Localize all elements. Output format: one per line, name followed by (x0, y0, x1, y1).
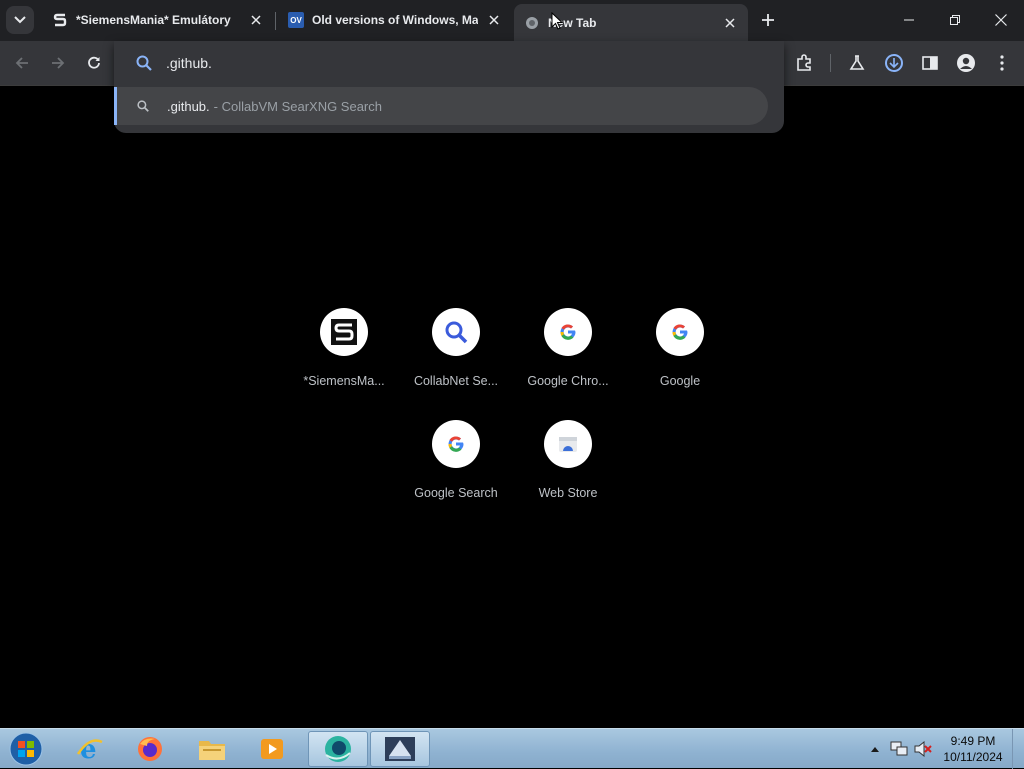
google-g-icon (448, 436, 464, 452)
shortcut-tile[interactable]: *SiemensMa... (288, 308, 400, 420)
close-tab-icon[interactable] (486, 12, 502, 28)
magnifier-icon (445, 321, 468, 344)
menu-button[interactable] (988, 49, 1016, 77)
show-desktop-button[interactable] (1012, 729, 1024, 769)
avatar-icon (957, 54, 975, 72)
shortcut-label: *SiemensMa... (303, 374, 385, 388)
shortcut-label: CollabNet Se... (413, 374, 499, 388)
kebab-menu-icon (1000, 55, 1004, 71)
shortcut-icon-bg (320, 308, 368, 356)
globe-icon (524, 15, 540, 31)
minimize-icon (904, 19, 914, 21)
restore-icon (950, 15, 960, 25)
tab-oldversion[interactable]: OV Old versions of Windows, Mac (280, 4, 510, 36)
siemensmania-s-icon (331, 319, 357, 345)
extensions-button[interactable] (790, 49, 818, 77)
shortcut-tile[interactable]: Google Search (400, 420, 512, 532)
file-explorer-icon (199, 741, 225, 760)
close-window-button[interactable] (978, 0, 1024, 40)
side-panel-icon (922, 56, 938, 70)
taskbar-app-active[interactable] (308, 731, 368, 767)
shortcut-icon-bg (656, 308, 704, 356)
media-player-icon (261, 739, 283, 759)
show-hidden-icons-icon[interactable] (870, 745, 880, 753)
tab-siemensmania[interactable]: *SiemensMania* Emulátory (44, 4, 272, 36)
close-tab-icon[interactable] (248, 12, 264, 28)
shortcut-label: Google Search (414, 486, 498, 500)
start-button[interactable] (6, 730, 46, 768)
shortcut-label: Google (659, 374, 701, 388)
volume-muted-icon[interactable] (914, 741, 932, 757)
shortcut-icon-bg (432, 308, 480, 356)
download-progress-icon (885, 54, 903, 72)
minimize-button[interactable] (886, 0, 932, 40)
shortcut-icon-bg (544, 420, 592, 468)
address-bar[interactable]: .github. (114, 41, 784, 85)
clock-date: 10/11/2024 (943, 750, 1003, 764)
clock-time: 9:49 PM (950, 734, 996, 748)
omnibox-suggestion[interactable]: .github. - CollabVM SearXNG Search (114, 87, 768, 125)
profile-button[interactable] (952, 49, 980, 77)
shortcut-label: Web Store (538, 486, 598, 500)
internet-explorer-icon: e (76, 735, 103, 764)
windows-start-orb-icon (9, 732, 43, 766)
restore-button[interactable] (932, 0, 978, 40)
download-button[interactable] (880, 49, 908, 77)
close-icon (995, 14, 1007, 26)
omnibox-dropdown: .github. .github. - CollabVM SearXNG Sea… (114, 41, 784, 133)
shortcut-tile[interactable]: CollabNet Se... (400, 308, 512, 420)
mouse-cursor-icon (551, 12, 563, 30)
tab-new-tab[interactable]: New Tab (514, 4, 748, 41)
plus-icon (762, 14, 774, 26)
tab-search-button[interactable] (6, 6, 34, 34)
back-button[interactable] (8, 49, 36, 77)
tab-title: New Tab (548, 15, 597, 30)
tab-title: *SiemensMania* Emulátory (76, 13, 231, 27)
toolbar-divider (830, 54, 831, 72)
shortcut-tile[interactable]: Google (624, 308, 736, 420)
google-g-icon (672, 324, 688, 340)
taskbar-app[interactable] (182, 731, 242, 767)
shortcut-icon-bg (544, 308, 592, 356)
forward-button[interactable] (44, 49, 72, 77)
tab-strip: *SiemensMania* Emulátory OV Old versions… (0, 0, 1024, 41)
shortcut-tile[interactable]: Google Chro... (512, 308, 624, 420)
tab-title: Old versions of Windows, Mac (312, 13, 478, 27)
shortcut-tile[interactable]: Web Store (512, 420, 624, 532)
suggestion-query: .github. (167, 98, 210, 114)
reload-icon (88, 56, 100, 69)
puzzle-icon (797, 54, 811, 71)
firefox-icon (138, 737, 162, 761)
taskbar-app[interactable]: e (60, 731, 120, 767)
taskbar-app[interactable] (120, 731, 180, 767)
taskbar-app-active[interactable] (370, 731, 430, 767)
suggestion-description: - CollabVM SearXNG Search (213, 98, 382, 114)
new-tab-button[interactable] (756, 8, 780, 32)
siemensmania-s-icon (52, 12, 68, 28)
arrow-forward-icon (52, 57, 65, 69)
flask-icon (849, 55, 865, 70)
search-icon (137, 100, 149, 112)
chevron-down-icon (14, 16, 26, 24)
search-icon (136, 55, 152, 71)
side-panel-button[interactable] (916, 49, 944, 77)
collabvm-app-icon (385, 737, 415, 761)
network-icon[interactable] (890, 741, 908, 757)
shortcut-icon-bg (432, 420, 480, 468)
google-g-icon (560, 324, 576, 340)
chrome-like-browser-icon (325, 736, 351, 762)
labs-button[interactable] (843, 49, 871, 77)
taskbar-clock[interactable]: 9:49 PM 10/11/2024 (940, 733, 1006, 765)
reload-button[interactable] (80, 49, 108, 77)
shortcut-label: Google Chro... (527, 374, 609, 388)
taskbar-app[interactable] (242, 731, 302, 767)
arrow-back-icon (15, 57, 28, 69)
address-bar-text[interactable]: .github. (166, 55, 212, 71)
close-tab-icon[interactable] (722, 15, 738, 31)
web-store-icon (559, 437, 577, 452)
oldversion-ov-icon: OV (288, 12, 304, 28)
tab-separator (275, 12, 276, 30)
windows-taskbar: e 9:49 PM 10/11/2024 (0, 728, 1024, 769)
